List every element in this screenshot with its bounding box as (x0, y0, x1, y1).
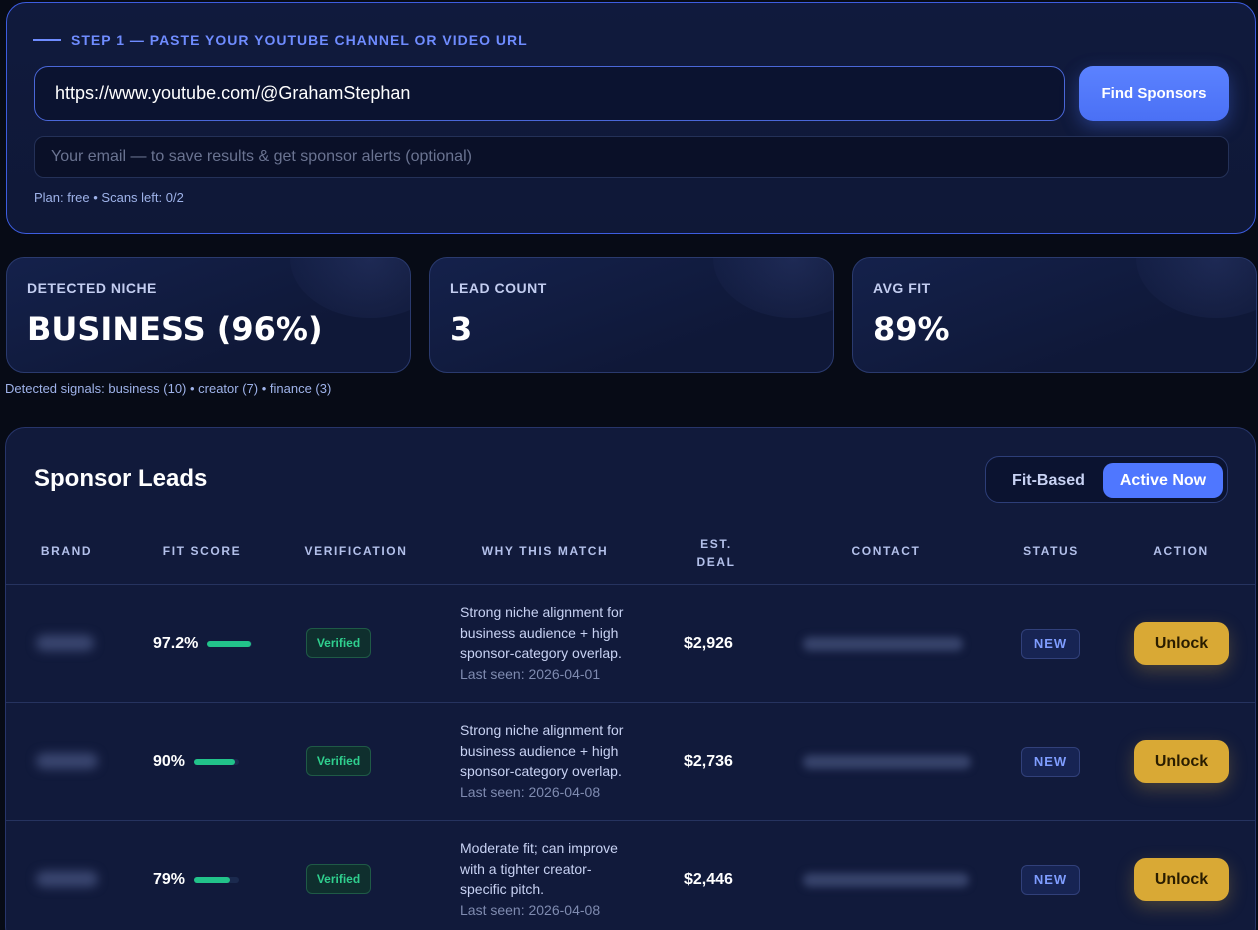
sponsor-leads-title: Sponsor Leads (34, 465, 208, 492)
step-label: STEP 1 — PASTE YOUR YOUTUBE CHANNEL OR V… (33, 32, 528, 48)
fit-score-bar (194, 759, 239, 765)
fit-score-value: 97.2% (153, 635, 199, 652)
toggle-fit-based[interactable]: Fit-Based (996, 463, 1101, 498)
url-input-panel: STEP 1 — PASTE YOUR YOUTUBE CHANNEL OR V… (6, 2, 1256, 234)
sponsor-leads-panel: Sponsor Leads Fit-Based Active Now BRAND… (5, 427, 1256, 930)
toggle-active-now[interactable]: Active Now (1103, 463, 1223, 498)
column-header-brand: BRAND (40, 544, 93, 558)
lead-mode-toggle: Fit-Based Active Now (985, 456, 1228, 503)
detected-signals-text: Detected signals: business (10) • creato… (5, 381, 332, 396)
table-row: 97.2% Verified Strong niche alignment fo… (6, 585, 1255, 703)
plan-status-text: Plan: free • Scans left: 0/2 (34, 190, 184, 205)
column-header-status: STATUS (1023, 544, 1079, 558)
column-header-verification: VERIFICATION (304, 544, 408, 558)
why-match-text: Moderate fit; can improve with a tighter… (460, 838, 635, 920)
contact-email-blurred (803, 873, 969, 887)
verification-badge: Verified (306, 628, 371, 658)
stat-label: DETECTED NICHE (27, 280, 157, 296)
why-match-reason: Strong niche alignment for business audi… (460, 722, 624, 779)
fit-score-bar (207, 641, 252, 647)
column-header-fit-score: FIT SCORE (162, 544, 242, 558)
email-input[interactable] (34, 136, 1229, 178)
last-seen-date: Last seen: 2026-04-01 (460, 665, 601, 682)
stat-card-lead-count: LEAD COUNT 3 (429, 257, 834, 373)
step-label-text: STEP 1 — PASTE YOUR YOUTUBE CHANNEL OR V… (71, 32, 528, 48)
why-match-text: Strong niche alignment for business audi… (460, 720, 635, 802)
brand-name-blurred (36, 871, 98, 887)
fit-score-value: 79% (153, 871, 186, 888)
stat-card-avg-fit: AVG FIT 89% (852, 257, 1257, 373)
status-badge: NEW (1021, 865, 1080, 895)
stat-value: 3 (450, 310, 473, 348)
why-match-reason: Strong niche alignment for business audi… (460, 604, 624, 661)
fit-score-value: 90% (153, 753, 186, 770)
why-match-reason: Moderate fit; can improve with a tighter… (460, 840, 618, 897)
contact-email-blurred (803, 637, 963, 651)
contact-email-blurred (803, 755, 971, 769)
last-seen-date: Last seen: 2026-04-08 (460, 901, 601, 918)
column-header-deal: DEAL (696, 555, 736, 569)
stat-value: 89% (873, 310, 950, 348)
step-label-line (33, 39, 61, 41)
est-deal-value: $2,736 (684, 753, 733, 770)
status-badge: NEW (1021, 747, 1080, 777)
brand-name-blurred (36, 753, 98, 769)
column-header-est-deal: EST. DEAL (686, 535, 746, 571)
fit-score-bar-fill (207, 641, 251, 647)
stat-value: BUSINESS (96%) (27, 310, 323, 348)
column-header-action: ACTION (1153, 544, 1209, 558)
column-header-est: EST. (700, 537, 732, 551)
unlock-button[interactable]: Unlock (1134, 622, 1229, 665)
fit-score-bar-fill (194, 759, 235, 765)
stat-label: AVG FIT (873, 280, 931, 296)
status-badge: NEW (1021, 629, 1080, 659)
verification-badge: Verified (306, 864, 371, 894)
last-seen-date: Last seen: 2026-04-08 (460, 783, 601, 800)
column-header-why: WHY THIS MATCH (481, 544, 609, 558)
unlock-button[interactable]: Unlock (1134, 858, 1229, 901)
fit-score-bar (194, 877, 239, 883)
table-row: 90% Verified Strong niche alignment for … (6, 703, 1255, 821)
verification-badge: Verified (306, 746, 371, 776)
fit-score-bar-fill (194, 877, 230, 883)
est-deal-value: $2,926 (684, 635, 733, 652)
brand-name-blurred (36, 635, 94, 651)
why-match-text: Strong niche alignment for business audi… (460, 602, 635, 684)
table-row: 79% Verified Moderate fit; can improve w… (6, 821, 1255, 930)
stat-label: LEAD COUNT (450, 280, 547, 296)
find-sponsors-button[interactable]: Find Sponsors (1079, 66, 1229, 121)
channel-url-input[interactable] (34, 66, 1065, 121)
unlock-button[interactable]: Unlock (1134, 740, 1229, 783)
stat-card-detected-niche: DETECTED NICHE BUSINESS (96%) (6, 257, 411, 373)
column-header-contact: CONTACT (851, 544, 921, 558)
est-deal-value: $2,446 (684, 871, 733, 888)
